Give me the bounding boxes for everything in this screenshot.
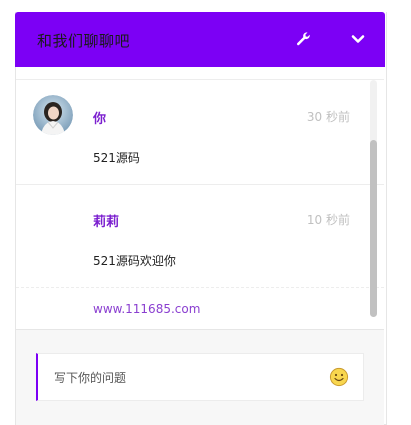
smiley-emoji-icon[interactable] — [329, 367, 349, 387]
chat-widget: 和我们聊聊吧 你 30 秒前 521源码 莉莉 10 秒前 521源码欢迎你 w… — [15, 12, 387, 425]
message-text: 521源码欢迎你 — [93, 254, 176, 268]
chat-header: 和我们聊聊吧 — [15, 12, 385, 67]
message-input-box — [36, 353, 364, 401]
chat-title: 和我们聊聊吧 — [37, 32, 131, 50]
message-input[interactable] — [52, 367, 316, 389]
message-list[interactable]: 你 30 秒前 521源码 莉莉 10 秒前 521源码欢迎你 www.1116… — [16, 79, 384, 329]
message-sender: 莉莉 — [93, 215, 120, 230]
user-avatar — [33, 95, 73, 135]
scrollbar-thumb[interactable] — [370, 140, 377, 317]
composer — [16, 329, 384, 425]
wrench-icon[interactable] — [292, 28, 314, 50]
footer-link[interactable]: www.111685.com — [93, 302, 200, 316]
chevron-down-icon[interactable] — [347, 28, 369, 50]
message-time: 30 秒前 — [306, 110, 350, 124]
message-time: 10 秒前 — [306, 213, 350, 227]
message-text: 521源码 — [93, 151, 140, 165]
message-sender: 你 — [93, 112, 107, 127]
message-item: 莉莉 10 秒前 521源码欢迎你 — [16, 183, 384, 288]
message-item: 你 30 秒前 521源码 — [16, 79, 384, 185]
message-scrollbar[interactable] — [370, 80, 377, 317]
